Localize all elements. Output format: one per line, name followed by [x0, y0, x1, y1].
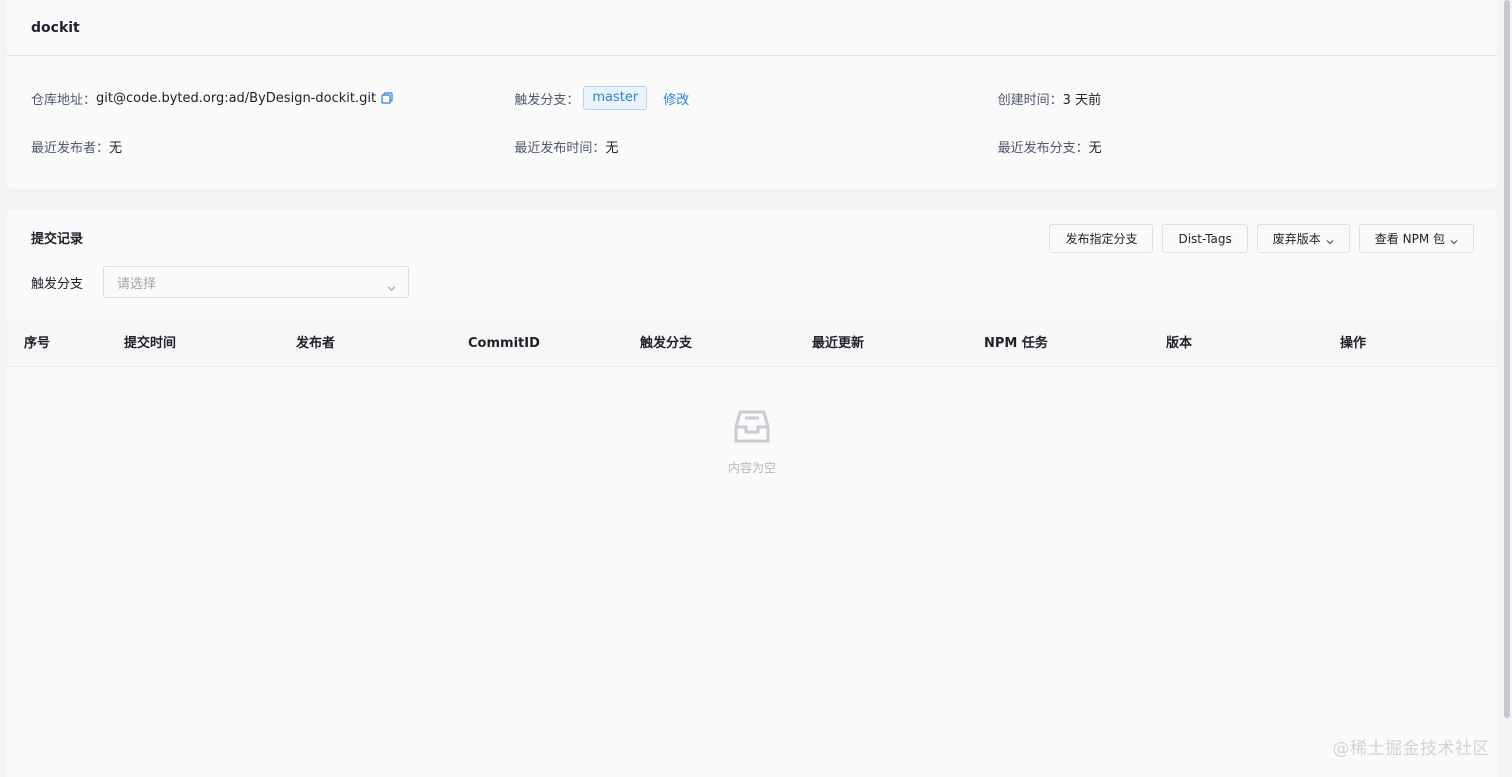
publish-branch-button[interactable]: 发布指定分支 — [1049, 224, 1154, 253]
column-header: 提交时间 — [124, 336, 177, 351]
empty-text: 内容为空 — [727, 461, 776, 475]
edit-branch-link[interactable]: 修改 — [663, 89, 689, 108]
filter-label: 触发分支 — [31, 276, 84, 292]
publish-branch-label: 发布指定分支 — [1065, 232, 1138, 246]
view-npm-label: 查看 NPM 包 — [1374, 232, 1445, 246]
inbox-icon — [733, 409, 771, 445]
column-header: 版本 — [1166, 336, 1193, 351]
app-title: dockit — [31, 19, 80, 36]
toolbar: 发布指定分支 Dist-Tags 废弃版本 查看 NPM 包 — [1049, 224, 1474, 253]
column-header: 触发分支 — [640, 336, 693, 351]
publish-branch-value: 无 — [1088, 140, 1102, 156]
select-placeholder: 请选择 — [117, 276, 157, 292]
created-value: 3 天前 — [1062, 92, 1102, 108]
deprecate-version-button[interactable]: 废弃版本 — [1256, 224, 1350, 253]
trigger-branch: 触发分支： master 修改 — [514, 86, 997, 110]
column-header: 最近更新 — [812, 336, 865, 351]
publish-time-label: 最近发布时间： — [514, 140, 606, 156]
info-row-2: 最近发布者： 无 最近发布时间： 无 最近发布分支： 无 — [31, 130, 1481, 162]
chevron-down-icon — [1326, 235, 1334, 244]
column-header: NPM 任务 — [984, 336, 1048, 351]
column-header: 序号 — [24, 336, 51, 351]
commit-records-card: 提交记录 发布指定分支 Dist-Tags 废弃版本 查看 NPM 包 触发分支… — [7, 209, 1497, 777]
created-label: 创建时间： — [997, 92, 1063, 108]
last-publish-branch: 最近发布分支： 无 — [998, 137, 1481, 156]
info-grid: 仓库地址： git@code.byted.org:ad/ByDesign-doc… — [31, 82, 1481, 178]
last-publisher: 最近发布者： 无 — [31, 137, 514, 156]
dist-tags-button[interactable]: Dist-Tags — [1162, 224, 1248, 253]
publish-time-value: 无 — [605, 140, 619, 156]
repo-info-card: dockit 仓库地址： git@code.byted.org:ad/ByDes… — [7, 0, 1497, 189]
last-publish-time: 最近发布时间： 无 — [514, 137, 997, 156]
column-header: CommitID — [468, 336, 540, 351]
watermark: @稀土掘金技术社区 — [1332, 739, 1490, 759]
view-npm-button[interactable]: 查看 NPM 包 — [1358, 224, 1474, 253]
filter-row: 触发分支 请选择 — [31, 266, 409, 298]
branch-tag: master — [583, 86, 648, 110]
deprecate-label: 废弃版本 — [1272, 232, 1321, 246]
publisher-label: 最近发布者： — [31, 140, 110, 156]
empty-state: 内容为空 — [7, 409, 1497, 476]
branch-label: 触发分支： — [514, 92, 580, 108]
section-title: 提交记录 — [31, 232, 84, 247]
scrollbar[interactable] — [1504, 0, 1510, 718]
publish-branch-label: 最近发布分支： — [997, 140, 1089, 156]
info-row-1: 仓库地址： git@code.byted.org:ad/ByDesign-doc… — [31, 82, 1481, 114]
dist-tags-label: Dist-Tags — [1178, 231, 1232, 246]
copy-icon[interactable] — [381, 92, 393, 104]
repo-label: 仓库地址： — [31, 92, 97, 108]
title-bar: dockit — [7, 0, 1497, 56]
column-header: 发布者 — [296, 336, 336, 351]
publisher-value: 无 — [109, 140, 123, 156]
created-time: 创建时间： 3 天前 — [998, 89, 1481, 108]
branch-select[interactable]: 请选择 — [103, 266, 409, 298]
chevron-down-icon — [1450, 235, 1458, 244]
chevron-down-icon — [387, 278, 396, 291]
column-header: 操作 — [1340, 336, 1367, 351]
repo-address: 仓库地址： git@code.byted.org:ad/ByDesign-doc… — [31, 89, 514, 108]
table-header: 序号 提交时间 发布者 CommitID 触发分支 最近更新 NPM 任务 版本… — [7, 320, 1497, 367]
page: dockit 仓库地址： git@code.byted.org:ad/ByDes… — [0, 0, 1512, 777]
repo-value: git@code.byted.org:ad/ByDesign-dockit.gi… — [96, 90, 377, 106]
